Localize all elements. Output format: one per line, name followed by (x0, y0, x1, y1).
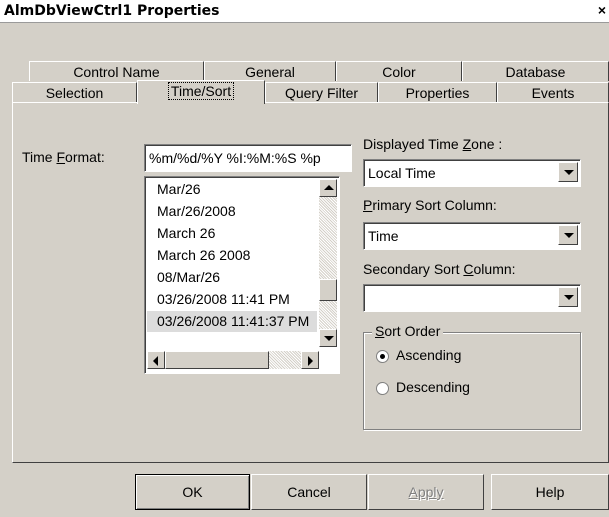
list-item[interactable]: March 26 2008 (157, 245, 250, 266)
chevron-down-icon[interactable] (558, 162, 578, 182)
ascending-label[interactable]: Ascending (396, 347, 461, 363)
time-format-label: Time Format: (22, 149, 105, 165)
scroll-right-icon[interactable] (301, 351, 319, 369)
list-item[interactable]: Mar/26/2008 (157, 201, 236, 222)
time-format-input[interactable]: %m/%d/%Y %I:%M:%S %p (144, 144, 352, 172)
descending-label[interactable]: Descending (396, 379, 470, 395)
descending-radio[interactable] (376, 382, 389, 395)
cancel-button[interactable]: Cancel (251, 474, 367, 510)
primary-sort-label: Primary Sort Column: (363, 197, 497, 213)
window-title: AlmDbViewCtrl1 Properties (4, 3, 220, 19)
list-item[interactable]: March 26 (157, 223, 215, 244)
time-zone-select[interactable]: Local Time (363, 159, 581, 187)
sort-order-group: Sort Order Ascending Descending (363, 323, 581, 430)
ascending-radio[interactable] (376, 350, 389, 363)
list-item[interactable]: 08/Mar/26 (157, 267, 220, 288)
tab-time-sort[interactable]: Time/Sort (137, 80, 265, 104)
tab-general[interactable]: General (204, 61, 336, 81)
secondary-sort-select[interactable] (363, 284, 581, 312)
list-item[interactable]: Mar/26 (157, 179, 201, 200)
sort-order-label: Sort Order (372, 323, 444, 339)
tab-row-front: Selection Time/Sort Query Filter Propert… (12, 80, 609, 104)
vertical-scrollbar[interactable] (319, 179, 337, 347)
properties-dialog: AlmDbViewCtrl1 Properties × Control Name… (0, 0, 609, 517)
time-zone-label: Displayed Time Zone : (363, 136, 503, 152)
time-format-list[interactable]: Mar/26 Mar/26/2008 March 26 March 26 200… (144, 176, 340, 374)
horizontal-scroll-thumb[interactable] (165, 351, 269, 369)
tab-properties[interactable]: Properties (378, 82, 497, 102)
close-icon[interactable]: × (595, 2, 609, 18)
scroll-left-icon[interactable] (147, 351, 165, 369)
primary-sort-select[interactable]: Time (363, 222, 581, 250)
scroll-down-icon[interactable] (319, 329, 337, 347)
horizontal-scrollbar[interactable] (147, 351, 319, 369)
title-bar: AlmDbViewCtrl1 Properties × (0, 0, 609, 23)
tab-control-name[interactable]: Control Name (29, 61, 204, 81)
chevron-down-icon[interactable] (558, 287, 578, 307)
vertical-scroll-thumb[interactable] (319, 279, 337, 301)
apply-button[interactable]: Apply (368, 474, 484, 510)
tab-row-back: Control Name General Color Database (29, 61, 609, 81)
tab-query-filter[interactable]: Query Filter (265, 82, 378, 102)
list-item-selected[interactable]: 03/26/2008 11:41:37 PM (147, 311, 317, 332)
chevron-down-icon[interactable] (558, 225, 578, 245)
tab-events[interactable]: Events (497, 82, 609, 102)
tab-color[interactable]: Color (336, 61, 462, 81)
help-button[interactable]: Help (491, 474, 609, 510)
list-item[interactable]: 03/26/2008 11:41 PM (157, 289, 290, 310)
secondary-sort-label: Secondary Sort Column: (363, 261, 516, 277)
ok-button[interactable]: OK (135, 474, 250, 510)
tab-database[interactable]: Database (462, 61, 609, 81)
scroll-up-icon[interactable] (319, 179, 337, 197)
tab-selection[interactable]: Selection (12, 82, 137, 102)
